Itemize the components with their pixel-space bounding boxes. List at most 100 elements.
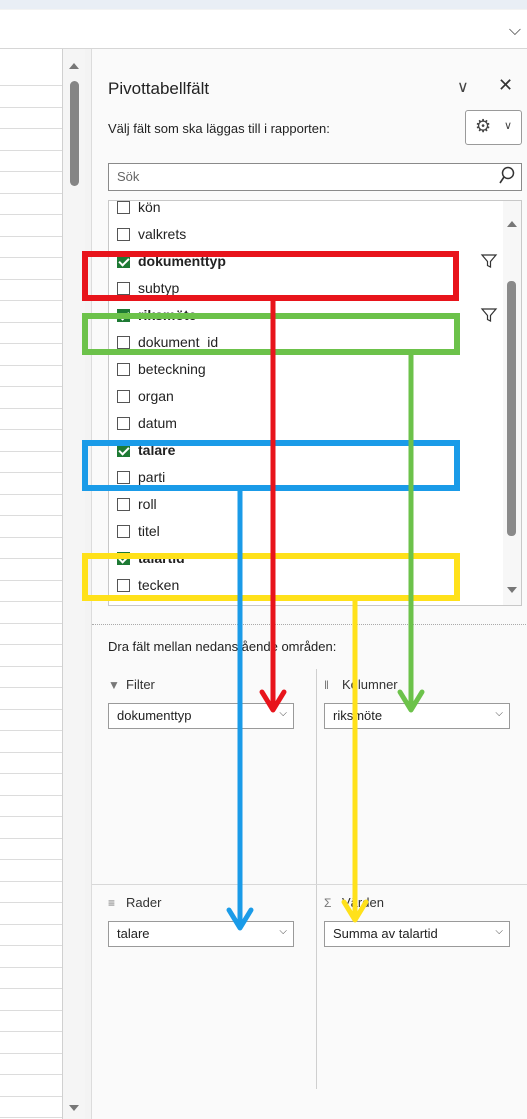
area-divider-vertical: [316, 669, 317, 1089]
chevron-down-icon[interactable]: ⌵: [495, 708, 503, 719]
areas-instruction: Dra fält mellan nedanstående områden:: [108, 639, 337, 654]
grid-row-line: [0, 1074, 62, 1075]
field-checkbox[interactable]: [117, 471, 130, 484]
formula-bar[interactable]: ⌵: [0, 10, 527, 49]
field-checkbox[interactable]: [117, 336, 130, 349]
scroll-up-icon[interactable]: [507, 221, 517, 227]
grid-row-line: [0, 880, 62, 882]
grid-row-line: [0, 300, 62, 301]
field-item[interactable]: titel: [109, 521, 501, 547]
pane-options-chevron-icon[interactable]: ∨: [457, 77, 469, 97]
field-checkbox[interactable]: [117, 390, 130, 403]
field-label: kön: [138, 200, 161, 215]
field-item[interactable]: roll: [109, 494, 501, 520]
values-field-value: Summa av talartid: [333, 926, 438, 941]
chevron-down-icon[interactable]: ⌵: [495, 926, 503, 937]
field-list[interactable]: tecken talartid titel roll parti talare datum o…: [108, 200, 522, 606]
field-checkbox[interactable]: [117, 552, 130, 565]
grid-row-line: [0, 923, 62, 925]
field-item[interactable]: tecken: [109, 575, 501, 601]
field-checkbox[interactable]: [117, 201, 130, 214]
close-icon[interactable]: ✕: [498, 75, 513, 96]
field-item[interactable]: valkrets: [109, 224, 501, 250]
spreadsheet-grid[interactable]: [0, 49, 63, 1119]
filter-area-label: Filter: [126, 677, 155, 692]
field-item[interactable]: organ: [109, 386, 501, 412]
scroll-down-icon[interactable]: [507, 587, 517, 593]
field-item[interactable]: dokument_id: [109, 332, 501, 358]
columns-field-value: riksmöte: [333, 708, 383, 723]
rows-area-label: Rader: [126, 895, 162, 910]
scroll-down-icon[interactable]: [69, 1105, 79, 1111]
grid-row-line: [0, 558, 62, 559]
rows-area-header: ≡ Rader: [108, 895, 161, 910]
field-checkbox[interactable]: [117, 579, 130, 592]
field-checkbox[interactable]: [117, 417, 130, 430]
chevron-down-icon[interactable]: ⌵: [279, 926, 287, 937]
field-checkbox[interactable]: [117, 363, 130, 376]
scroll-up-icon[interactable]: [69, 63, 79, 69]
grid-row-line: [0, 128, 62, 129]
field-label: datum: [138, 415, 177, 431]
scroll-thumb[interactable]: [507, 281, 516, 536]
field-checkbox[interactable]: [117, 525, 130, 538]
chevron-down-icon[interactable]: ⌵: [279, 708, 287, 719]
field-checkbox[interactable]: [117, 498, 130, 511]
grid-row-line: [0, 493, 62, 495]
settings-button[interactable]: ⚙ ∨: [465, 110, 522, 145]
grid-row-line: [0, 945, 62, 946]
grid-row-line: [0, 751, 62, 753]
filter-area-header: ▼ Filter: [108, 677, 155, 692]
field-item[interactable]: talartid: [109, 548, 501, 574]
field-item[interactable]: dokumenttyp: [109, 251, 501, 277]
field-item[interactable]: kön: [109, 200, 501, 223]
grid-row-line: [0, 321, 62, 323]
values-field-dropdown[interactable]: Summa av talartid ⌵: [324, 921, 510, 947]
columns-icon: ‖: [324, 678, 329, 692]
rows-field-dropdown[interactable]: talare ⌵: [108, 921, 294, 947]
field-checkbox[interactable]: [117, 228, 130, 241]
sigma-icon: Σ: [324, 896, 332, 910]
grid-row-line: [0, 1009, 62, 1011]
grid-row-line: [0, 343, 62, 344]
field-checkbox[interactable]: [117, 255, 130, 268]
field-filter-icon[interactable]: [480, 252, 498, 270]
field-item[interactable]: beteckning: [109, 359, 501, 385]
field-label: dokument_id: [138, 334, 219, 350]
field-checkbox[interactable]: [117, 282, 130, 295]
grid-row-line: [0, 515, 62, 516]
chevron-down-icon[interactable]: ⌵: [509, 22, 521, 40]
filter-field-dropdown[interactable]: dokumenttyp ⌵: [108, 703, 294, 729]
grid-row-line: [0, 687, 62, 688]
top-border: [0, 0, 527, 9]
grid-row-line: [0, 730, 62, 731]
field-item[interactable]: datum: [109, 413, 501, 439]
grid-row-line: [0, 364, 62, 366]
field-item[interactable]: talare: [109, 440, 501, 466]
search-icon[interactable]: [499, 165, 515, 185]
grid-row-line: [0, 214, 62, 215]
search-input[interactable]: Sök: [108, 163, 522, 191]
values-area-header: Σ Värden: [324, 895, 384, 910]
sheet-scrollbar[interactable]: [63, 49, 85, 1119]
field-item[interactable]: parti: [109, 467, 501, 493]
field-checkbox[interactable]: [117, 444, 130, 457]
grid-row-line: [0, 106, 62, 108]
field-label: riksmöte: [138, 307, 197, 323]
grid-row-line: [0, 257, 62, 258]
grid-row-line: [0, 1117, 62, 1118]
field-item[interactable]: subtyp: [109, 278, 501, 304]
columns-field-dropdown[interactable]: riksmöte ⌵: [324, 703, 510, 729]
chevron-down-icon: ∨: [504, 120, 513, 132]
scroll-thumb[interactable]: [70, 81, 79, 186]
grid-row-line: [0, 579, 62, 581]
field-filter-icon[interactable]: [480, 306, 498, 324]
field-item[interactable]: riksmöte: [109, 305, 501, 331]
area-divider-horizontal: [92, 884, 527, 885]
field-list-scrollbar[interactable]: [503, 201, 521, 605]
grid-row-line: [0, 407, 62, 409]
field-checkbox[interactable]: [117, 309, 130, 322]
filter-field-value: dokumenttyp: [117, 708, 192, 723]
grid-row-line: [0, 665, 62, 667]
field-label: talare: [138, 442, 176, 458]
